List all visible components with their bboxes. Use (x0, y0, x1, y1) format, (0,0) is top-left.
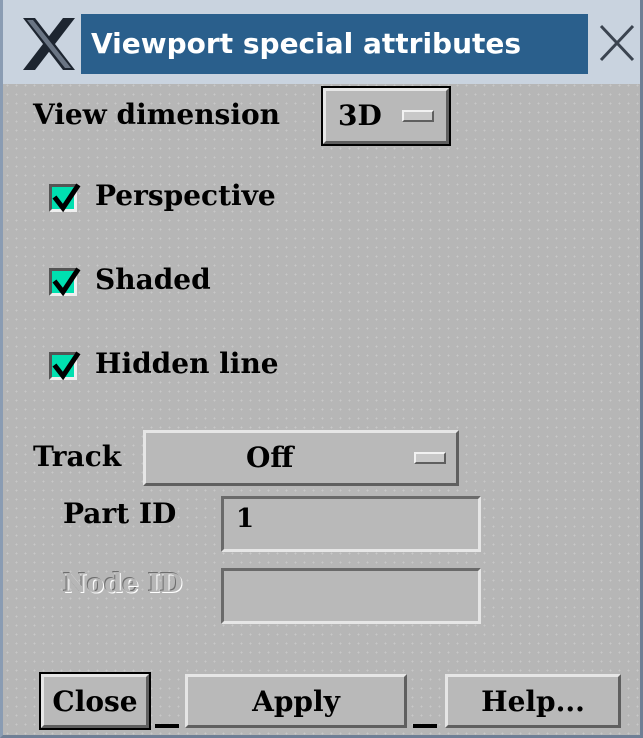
track-label: Track (33, 440, 122, 473)
part-id-label: Part ID (63, 497, 177, 530)
node-id-input (221, 568, 481, 624)
shaded-label[interactable]: Shaded (95, 262, 211, 298)
dialog-window: Viewport special attributes View dimensi… (0, 0, 643, 738)
perspective-label[interactable]: Perspective (95, 178, 276, 214)
checkmark-icon (52, 183, 81, 213)
node-id-label: Node ID (63, 569, 183, 599)
perspective-checkbox[interactable] (49, 183, 81, 213)
window-title: Viewport special attributes (81, 14, 588, 74)
separator-notch (413, 724, 437, 728)
hidden-line-label[interactable]: Hidden line (95, 346, 279, 382)
apply-button[interactable]: Apply (185, 674, 407, 728)
hidden-line-checkbox[interactable] (49, 351, 81, 381)
checkmark-icon (52, 267, 81, 297)
option-menu-indicator-icon (414, 452, 446, 464)
x-window-icon[interactable] (21, 16, 77, 72)
track-select[interactable]: Off (143, 430, 459, 486)
close-button[interactable]: Close (39, 672, 151, 730)
help-button[interactable]: Help... (445, 674, 621, 728)
option-menu-indicator-icon (402, 110, 434, 122)
part-id-input[interactable]: 1 (221, 496, 481, 552)
view-dimension-label: View dimension (33, 98, 280, 131)
view-dimension-select[interactable]: 3D (321, 86, 451, 146)
track-value: Off (246, 441, 294, 474)
title-bar[interactable]: Viewport special attributes (3, 0, 640, 84)
separator-notch (155, 724, 179, 728)
view-dimension-value: 3D (338, 99, 382, 132)
checkmark-icon (52, 351, 81, 381)
shaded-checkbox[interactable] (49, 267, 81, 297)
close-icon[interactable] (597, 20, 637, 64)
